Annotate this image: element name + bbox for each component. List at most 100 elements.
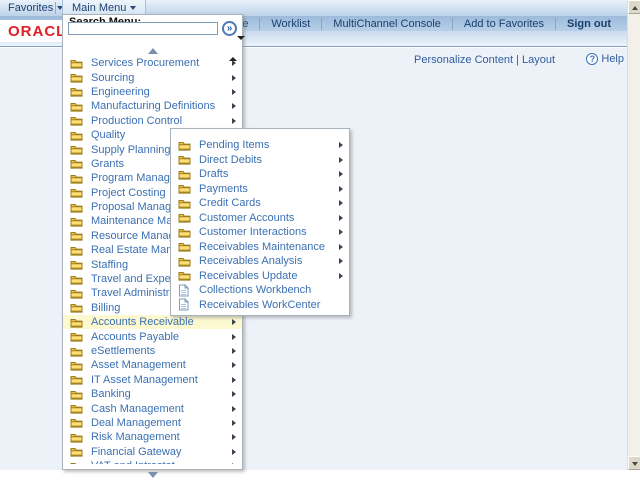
- menu-item-manufacturing-definitions[interactable]: Manufacturing Definitions: [63, 99, 242, 113]
- folder-icon: [70, 258, 84, 271]
- menu-item-label: eSettlements: [91, 345, 155, 357]
- folder-icon: [70, 402, 84, 415]
- folder-icon: [70, 57, 84, 70]
- menu-scroll-down[interactable]: [63, 465, 242, 473]
- multichannel-console-link[interactable]: MultiChannel Console: [321, 18, 452, 30]
- menu-item-esettlements[interactable]: eSettlements: [63, 344, 242, 358]
- menu-item-label: Grants: [91, 158, 124, 170]
- folder-icon: [70, 129, 84, 142]
- layout-link[interactable]: Layout: [522, 54, 555, 66]
- scrollbar-down-button[interactable]: [628, 456, 640, 470]
- scrollbar-up-button[interactable]: [628, 0, 640, 14]
- vertical-scrollbar[interactable]: [627, 0, 640, 470]
- menu-item-accounts-receivable[interactable]: Accounts Receivable: [63, 315, 242, 329]
- menu-item-banking[interactable]: Banking: [63, 387, 242, 401]
- menu-item-label: Accounts Receivable: [91, 316, 194, 328]
- folder-icon: [70, 201, 84, 214]
- submenu-arrow-icon: [232, 319, 236, 325]
- folder-icon: [178, 197, 192, 210]
- menu-item-customer-interactions[interactable]: Customer Interactions: [171, 225, 349, 240]
- menu-item-label: VAT and Intrastat: [91, 460, 175, 464]
- menu-item-label: Risk Management: [91, 431, 180, 443]
- submenu-arrow-icon: [339, 244, 343, 250]
- folder-icon: [70, 345, 84, 358]
- menu-item-label: Payments: [199, 183, 248, 195]
- help-link[interactable]: ? Help: [586, 53, 624, 65]
- folder-icon: [178, 168, 192, 181]
- search-menu-input[interactable]: [68, 22, 218, 35]
- triangle-up-icon: [148, 48, 158, 54]
- menu-item-pending-items[interactable]: Pending Items: [171, 138, 349, 153]
- submenu-arrow-icon: [232, 348, 236, 354]
- menu-item-receivables-update[interactable]: Receivables Update: [171, 269, 349, 284]
- menu-item-receivables-maintenance[interactable]: Receivables Maintenance: [171, 240, 349, 255]
- folder-icon: [178, 240, 192, 253]
- menu-item-label: Receivables WorkCenter: [199, 299, 320, 311]
- submenu-arrow-icon: [232, 463, 236, 464]
- folder-icon: [70, 172, 84, 185]
- menu-item-financial-gateway[interactable]: Financial Gateway: [63, 445, 242, 459]
- menu-item-label: Accounts Payable: [91, 331, 179, 343]
- triangle-up-icon: [632, 6, 638, 10]
- menu-item-label: Customer Interactions: [199, 226, 307, 238]
- submenu-arrow-icon: [232, 449, 236, 455]
- document-icon: [178, 284, 192, 297]
- menu-item-cash-management[interactable]: Cash Management: [63, 401, 242, 415]
- menu-item-it-asset-management[interactable]: IT Asset Management: [63, 373, 242, 387]
- accounts-receivable-submenu: Pending ItemsDirect DebitsDraftsPayments…: [170, 128, 350, 316]
- add-to-favorites-link[interactable]: Add to Favorites: [452, 18, 555, 30]
- personalize-row: Personalize Content|Layout: [414, 54, 555, 66]
- folder-icon: [70, 316, 84, 329]
- search-go-button[interactable]: »: [222, 21, 237, 36]
- menu-item-receivables-workcenter[interactable]: Receivables WorkCenter: [171, 298, 349, 313]
- menu-item-asset-management[interactable]: Asset Management: [63, 358, 242, 372]
- submenu-arrow-icon: [232, 334, 236, 340]
- menu-item-payments[interactable]: Payments: [171, 182, 349, 197]
- folder-icon: [70, 215, 84, 228]
- submenu-arrow-icon: [339, 200, 343, 206]
- menu-item-engineering[interactable]: Engineering: [63, 85, 242, 99]
- worklist-link[interactable]: Worklist: [259, 18, 321, 30]
- menu-item-deal-management[interactable]: Deal Management: [63, 416, 242, 430]
- menu-item-sourcing[interactable]: Sourcing: [63, 70, 242, 84]
- menu-item-accounts-payable[interactable]: Accounts Payable: [63, 329, 242, 343]
- menu-item-services-procurement[interactable]: Services Procurement: [63, 56, 242, 70]
- menu-item-label: Banking: [91, 388, 131, 400]
- menu-item-collections-workbench[interactable]: Collections Workbench: [171, 283, 349, 298]
- folder-icon: [70, 85, 84, 98]
- menu-item-receivables-analysis[interactable]: Receivables Analysis: [171, 254, 349, 269]
- menu-item-label: Receivables Update: [199, 270, 297, 282]
- folder-icon: [178, 139, 192, 152]
- folder-icon: [70, 143, 84, 156]
- menu-item-production-control[interactable]: Production Control: [63, 114, 242, 128]
- folder-icon: [70, 359, 84, 372]
- menu-item-risk-management[interactable]: Risk Management: [63, 430, 242, 444]
- submenu-arrow-icon: [339, 215, 343, 221]
- favorites-label: Favorites: [8, 2, 53, 14]
- folder-icon: [70, 373, 84, 386]
- folder-icon: [178, 153, 192, 166]
- folder-icon: [70, 273, 84, 286]
- folder-icon: [70, 287, 84, 300]
- menu-item-drafts[interactable]: Drafts: [171, 167, 349, 182]
- menu-item-vat-and-intrastat[interactable]: VAT and Intrastat: [63, 459, 242, 464]
- submenu-arrow-icon: [339, 186, 343, 192]
- folder-icon: [70, 186, 84, 199]
- personalize-content-link[interactable]: Personalize Content: [414, 54, 513, 66]
- menu-item-label: Billing: [91, 302, 120, 314]
- folder-icon: [178, 269, 192, 282]
- submenu-arrow-icon: [232, 391, 236, 397]
- menu-item-label: Cash Management: [91, 403, 184, 415]
- sign-out-link[interactable]: Sign out: [555, 18, 622, 30]
- submenu-arrow-icon: [232, 420, 236, 426]
- menu-item-direct-debits[interactable]: Direct Debits: [171, 153, 349, 168]
- submenu-arrow-icon: [232, 103, 236, 109]
- help-question-icon: ?: [586, 53, 598, 65]
- menu-item-customer-accounts[interactable]: Customer Accounts: [171, 211, 349, 226]
- menu-item-credit-cards[interactable]: Credit Cards: [171, 196, 349, 211]
- folder-icon: [70, 71, 84, 84]
- menu-item-label: Manufacturing Definitions: [91, 100, 215, 112]
- menu-item-label: Financial Gateway: [91, 446, 182, 458]
- submenu-arrow-icon: [339, 258, 343, 264]
- menu-scroll-up[interactable]: [63, 41, 242, 49]
